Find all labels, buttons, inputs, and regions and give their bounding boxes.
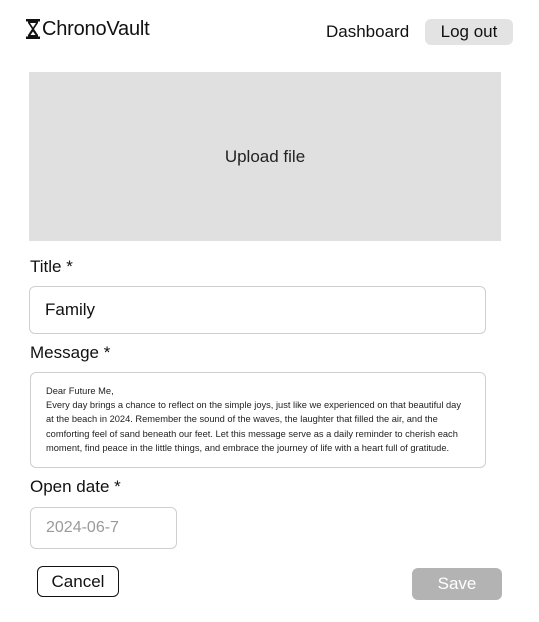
- message-label: Message *: [30, 343, 111, 362]
- message-textarea[interactable]: Dear Future Me, Every day brings a chanc…: [30, 372, 486, 468]
- logout-button[interactable]: Log out: [425, 19, 513, 45]
- upload-file-label: Upload file: [224, 146, 306, 166]
- message-line: Dear Future Me,: [46, 386, 114, 396]
- save-button[interactable]: Save: [412, 568, 502, 600]
- upload-file-dropzone[interactable]: Upload file: [29, 72, 501, 241]
- title-input[interactable]: [29, 286, 486, 334]
- message-line: at the beach in 2024. Remember the sound…: [46, 414, 438, 425]
- hourglass-icon: [26, 18, 40, 40]
- cancel-button[interactable]: Cancel: [37, 566, 119, 597]
- open-date-input[interactable]: [30, 507, 177, 549]
- app-logo[interactable]: ChronoVault: [26, 16, 150, 42]
- message-line: Every day brings a chance to reflect on …: [46, 400, 461, 411]
- open-date-label: Open date *: [30, 477, 121, 496]
- title-label: Title *: [30, 257, 73, 276]
- message-line: comforting feel of sand beneath our feet…: [46, 428, 458, 439]
- app-header: ChronoVault Dashboard Log out: [0, 0, 539, 60]
- message-line: moment, find peace in the little things,…: [46, 442, 450, 453]
- app-name: ChronoVault: [42, 17, 150, 40]
- dashboard-link[interactable]: Dashboard: [326, 22, 409, 42]
